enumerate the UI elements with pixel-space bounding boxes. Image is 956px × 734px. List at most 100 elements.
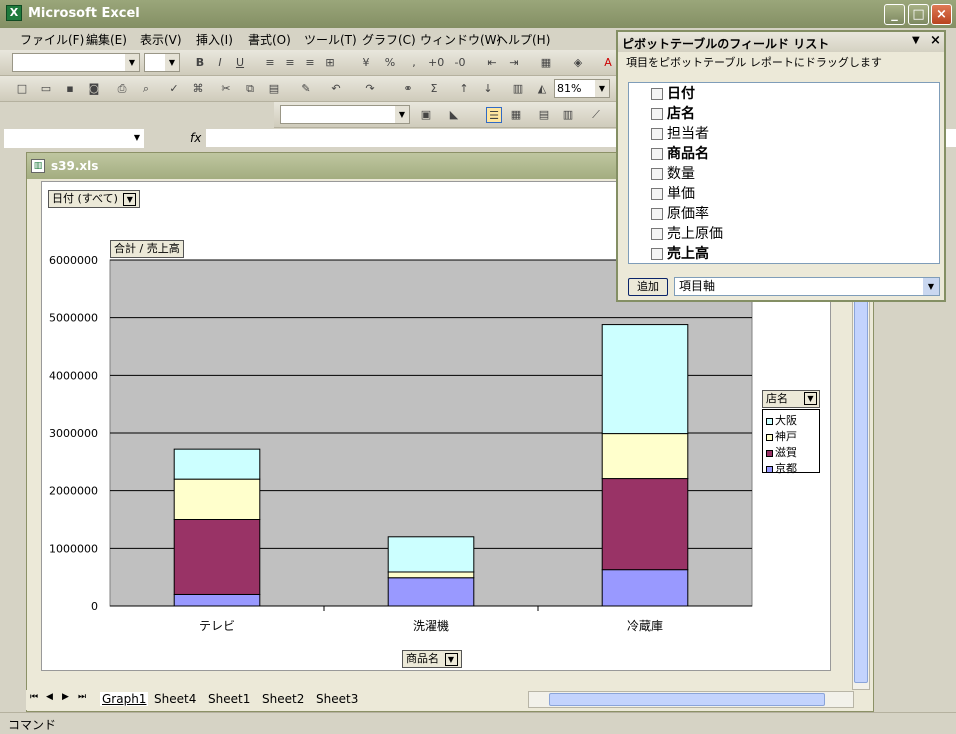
field-label: 日付 xyxy=(667,86,695,102)
format-painter-icon[interactable]: ✎ xyxy=(298,81,314,97)
legend-swatch xyxy=(766,465,773,473)
function-icon[interactable]: fx xyxy=(190,131,201,145)
sort-descending-icon[interactable]: ↓ xyxy=(480,81,496,97)
hyperlink-icon[interactable]: ⚭ xyxy=(400,81,416,97)
chart-type-icon[interactable]: ◣ xyxy=(446,107,462,123)
status-bar: コマンド xyxy=(0,712,956,734)
menu-tools[interactable]: ツール(T) xyxy=(304,31,357,48)
tab-first-icon[interactable]: ⏮ xyxy=(30,692,38,702)
zoom-value: 81% xyxy=(557,82,582,95)
menu-window[interactable]: ウィンドウ(W) xyxy=(420,31,501,48)
pivot-field-item[interactable]: 売上高 xyxy=(651,243,709,263)
font-color-icon[interactable]: A xyxy=(600,55,616,71)
tab-graph1[interactable]: Graph1 xyxy=(100,692,149,706)
bold-icon[interactable]: B xyxy=(192,55,208,71)
horizontal-scrollbar[interactable] xyxy=(528,691,854,708)
menu-file[interactable]: ファイル(F) xyxy=(20,31,84,48)
chart-wizard-icon[interactable]: ▥ xyxy=(510,81,526,97)
legend-field-button[interactable]: 店名 ▼ xyxy=(762,390,820,408)
pivot-field-item[interactable]: 担当者 xyxy=(651,123,709,143)
print-preview-icon[interactable]: ⌕ xyxy=(138,81,154,97)
pivot-field-item[interactable]: 数量 xyxy=(651,163,695,183)
chart-objects-combo[interactable]: ▼ xyxy=(280,105,410,124)
comma-icon[interactable]: , xyxy=(406,55,422,71)
by-column-icon[interactable]: ▥ xyxy=(560,107,576,123)
tab-sheet4[interactable]: Sheet4 xyxy=(154,692,196,706)
cut-icon[interactable]: ✂ xyxy=(218,81,234,97)
close-icon[interactable]: × xyxy=(930,33,941,48)
decrease-indent-icon[interactable]: ⇤ xyxy=(484,55,500,71)
undo-icon[interactable]: ↶ xyxy=(328,81,344,97)
tab-prev-icon[interactable]: ◀ xyxy=(46,692,53,702)
sort-ascending-icon[interactable]: ↑ xyxy=(456,81,472,97)
autosum-icon[interactable]: Σ xyxy=(426,81,442,97)
drawing-icon[interactable]: ◭ xyxy=(534,81,550,97)
permission-icon[interactable]: ◙ xyxy=(86,81,102,97)
font-size-combo[interactable]: ▼ xyxy=(144,53,180,72)
legend-swatch xyxy=(766,417,773,425)
tab-next-icon[interactable]: ▶ xyxy=(62,692,69,702)
tab-last-icon[interactable]: ⏭ xyxy=(78,692,86,702)
pivot-field-item[interactable]: 日付 xyxy=(651,83,695,103)
align-right-icon[interactable]: ≡ xyxy=(302,55,318,71)
print-icon[interactable]: ⎙ xyxy=(114,81,130,97)
decrease-decimal-icon[interactable]: -0 xyxy=(452,55,468,71)
pivot-field-item[interactable]: 原価率 xyxy=(651,203,709,223)
percent-icon[interactable]: % xyxy=(382,55,398,71)
menu-insert[interactable]: 挿入(I) xyxy=(196,31,233,48)
menu-chart[interactable]: グラフ(C) xyxy=(362,31,416,48)
field-label: 商品名 xyxy=(667,146,709,162)
research-icon[interactable]: ⌘ xyxy=(190,81,206,97)
legend-field-label: 店名 xyxy=(766,392,788,405)
font-name-combo[interactable]: ▼ xyxy=(12,53,140,72)
italic-icon[interactable]: I xyxy=(212,55,228,71)
increase-decimal-icon[interactable]: +0 xyxy=(428,55,444,71)
paste-icon[interactable]: ▤ xyxy=(266,81,282,97)
y-tick-label: 6000000 xyxy=(49,254,98,267)
tab-sheet3[interactable]: Sheet3 xyxy=(316,692,358,706)
pivot-field-item[interactable]: 商品名 xyxy=(651,143,709,163)
menu-view[interactable]: 表示(V) xyxy=(140,31,182,48)
axis-select[interactable]: 項目軸 ▼ xyxy=(674,277,940,296)
increase-indent-icon[interactable]: ⇥ xyxy=(506,55,522,71)
format-object-icon[interactable]: ▣ xyxy=(418,107,434,123)
borders-icon[interactable]: ▦ xyxy=(538,55,554,71)
minimize-button[interactable]: _ xyxy=(884,4,905,25)
field-icon xyxy=(651,108,663,120)
pivot-field-item[interactable]: 店名 xyxy=(651,103,695,123)
open-icon[interactable]: ▭ xyxy=(38,81,54,97)
align-center-icon[interactable]: ≡ xyxy=(282,55,298,71)
chevron-down-icon: ▼ xyxy=(804,392,817,405)
data-table-icon[interactable]: ▦ xyxy=(508,107,524,123)
menu-help[interactable]: ヘルプ(H) xyxy=(496,31,550,48)
copy-icon[interactable]: ⧉ xyxy=(242,81,258,97)
name-box[interactable]: ▼ xyxy=(4,129,144,148)
angle-text-icon[interactable]: ⟋ xyxy=(588,107,604,123)
underline-icon[interactable]: U xyxy=(232,55,248,71)
bar-segment xyxy=(601,433,689,480)
align-left-icon[interactable]: ≡ xyxy=(262,55,278,71)
currency-icon[interactable]: ¥ xyxy=(358,55,374,71)
pivot-field-item[interactable]: 売上原価 xyxy=(651,223,723,243)
by-row-icon[interactable]: ▤ xyxy=(536,107,552,123)
tab-sheet2[interactable]: Sheet2 xyxy=(262,692,304,706)
close-button[interactable]: × xyxy=(931,4,952,25)
merge-center-icon[interactable]: ⊞ xyxy=(322,55,338,71)
menu-edit[interactable]: 編集(E) xyxy=(86,31,127,48)
maximize-button[interactable]: □ xyxy=(908,4,929,25)
tab-sheet1[interactable]: Sheet1 xyxy=(208,692,250,706)
fill-color-icon[interactable]: ◈ xyxy=(570,55,586,71)
new-icon[interactable]: □ xyxy=(14,81,30,97)
save-icon[interactable]: ▪ xyxy=(62,81,78,97)
legend-icon[interactable]: ☰ xyxy=(486,107,502,123)
menu-format[interactable]: 書式(O) xyxy=(248,31,291,48)
chevron-down-icon[interactable]: ▼ xyxy=(912,35,920,46)
zoom-combo[interactable]: 81% ▼ xyxy=(554,79,610,98)
pivot-field-item[interactable]: 単価 xyxy=(651,183,695,203)
category-field-button[interactable]: 商品名 ▼ xyxy=(402,650,462,668)
pivot-field-list: 日付 店名 担当者 商品名 数量 単価 原価率 売上原価 売上高 xyxy=(628,82,940,264)
redo-icon[interactable]: ↷ xyxy=(362,81,378,97)
scroll-thumb[interactable] xyxy=(549,693,825,706)
spelling-icon[interactable]: ✓ xyxy=(166,81,182,97)
add-to-button[interactable]: 追加 xyxy=(628,278,668,296)
